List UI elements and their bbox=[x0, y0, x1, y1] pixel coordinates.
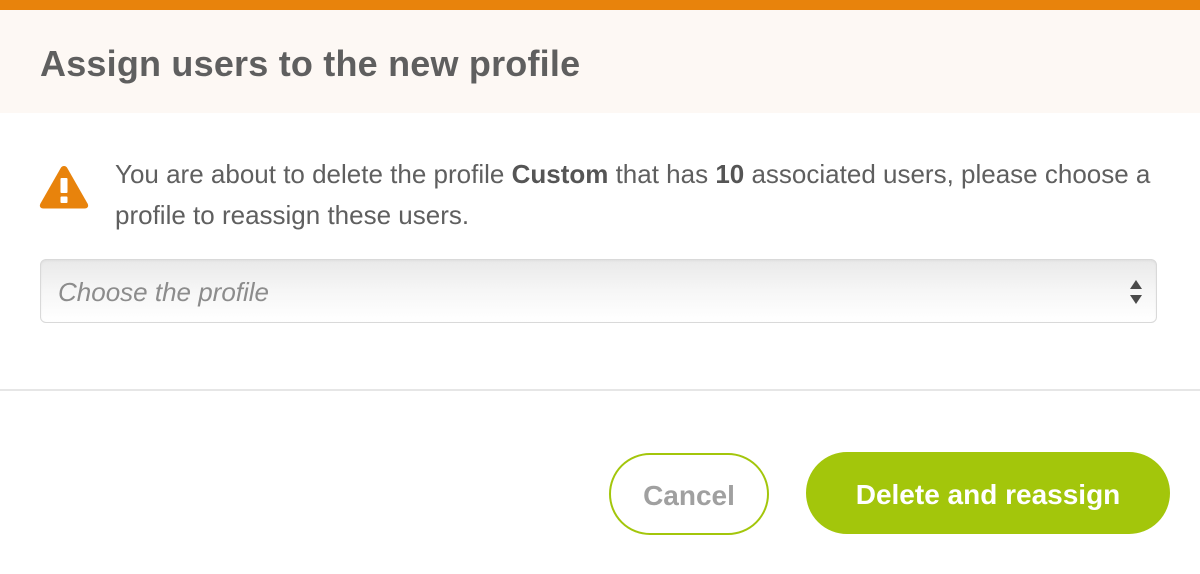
profile-select[interactable]: Choose the profile bbox=[40, 259, 1157, 323]
dialog-accent-bar bbox=[0, 0, 1200, 10]
up-down-arrows-icon bbox=[1130, 280, 1142, 304]
profile-select-placeholder: Choose the profile bbox=[58, 277, 270, 307]
user-count: 10 bbox=[715, 159, 745, 189]
warning-message: You are about to delete the profile Cust… bbox=[115, 154, 1155, 236]
assign-users-dialog: Assign users to the new profile You are … bbox=[0, 0, 1200, 574]
warning-icon bbox=[39, 166, 89, 209]
message-text-1: You are about to delete the profile bbox=[115, 159, 512, 189]
message-text-2: that has bbox=[608, 159, 716, 189]
profile-name: Custom bbox=[511, 159, 609, 189]
dialog-header: Assign users to the new profile bbox=[0, 10, 1200, 113]
delete-and-reassign-button[interactable]: Delete and reassign bbox=[806, 452, 1170, 534]
cancel-button[interactable]: Cancel bbox=[609, 453, 769, 535]
dialog-title: Assign users to the new profile bbox=[40, 43, 581, 84]
footer-divider bbox=[0, 389, 1200, 391]
